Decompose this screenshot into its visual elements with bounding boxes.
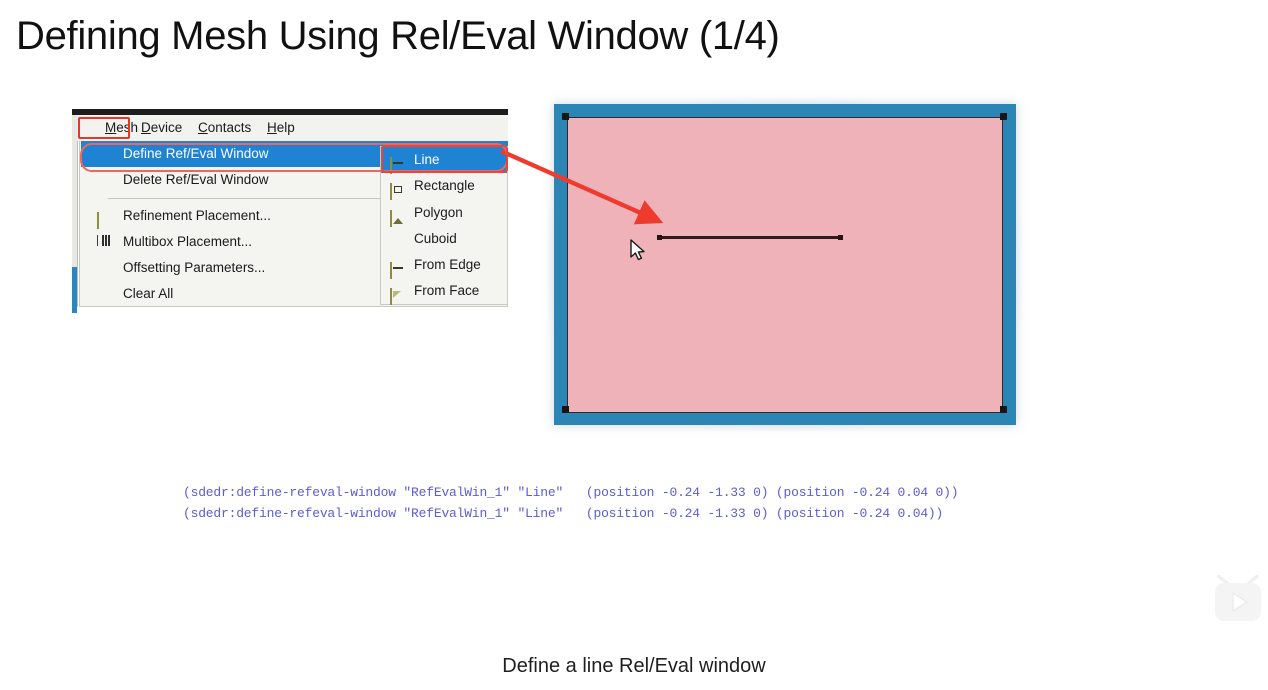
menubar-item-help[interactable]: Help <box>263 119 299 136</box>
menu-item-label: Offsetting Parameters... <box>123 260 266 275</box>
grid-icon <box>97 208 113 229</box>
menu-item-label: Define Ref/Eval Window <box>123 146 269 161</box>
device-region <box>567 117 1003 413</box>
submenu-item-label: Rectangle <box>414 178 475 193</box>
submenu-item-line[interactable]: Line <box>381 147 507 174</box>
page-title: Defining Mesh Using Rel/Eval Window (1/4… <box>16 14 780 58</box>
selection-handle-top-right[interactable] <box>1000 113 1007 120</box>
face-icon <box>390 284 406 305</box>
submenu-item-cuboid[interactable]: Cuboid <box>381 226 507 252</box>
menu-item-label: Clear All <box>123 286 174 301</box>
submenu-item-label: From Edge <box>414 257 481 272</box>
submenu-item-label: From Face <box>414 283 480 298</box>
define-refeval-submenu: Line Rectangle Polygon Cuboid From Edge … <box>380 146 508 305</box>
menu-item-label: Refinement Placement... <box>123 208 271 223</box>
submenu-item-label: Polygon <box>414 205 463 220</box>
selection-handle-bottom-right[interactable] <box>1000 406 1007 413</box>
submenu-item-from-edge[interactable]: From Edge <box>381 252 507 279</box>
line-icon <box>390 258 406 279</box>
tv-play-icon <box>1215 575 1261 621</box>
mouse-pointer-icon <box>630 239 645 261</box>
menubar-item-device[interactable]: Device <box>137 119 186 136</box>
refeval-line[interactable] <box>659 236 841 239</box>
submenu-item-polygon[interactable]: Polygon <box>381 200 507 227</box>
submenu-item-label: Cuboid <box>414 231 457 246</box>
selection-handle-top-left[interactable] <box>562 113 569 120</box>
submenu-item-label: Line <box>414 152 440 167</box>
submenu-item-from-face[interactable]: From Face <box>381 278 507 305</box>
code-line-1: (sdedr:define-refeval-window "RefEvalWin… <box>183 485 959 500</box>
menu-item-label: Delete Ref/Eval Window <box>123 172 269 187</box>
menubar-item-contacts[interactable]: Contacts <box>194 119 255 136</box>
submenu-item-rectangle[interactable]: Rectangle <box>381 173 507 200</box>
code-block: (sdedr:define-refeval-window "RefEvalWin… <box>183 482 959 524</box>
line-icon <box>390 153 406 174</box>
window-left-strip <box>72 115 78 313</box>
window-left-strip-accent <box>72 267 77 313</box>
refeval-line-endpoint-right[interactable] <box>838 235 843 240</box>
rectangle-icon <box>390 179 406 200</box>
bars-icon <box>97 234 113 250</box>
code-line-2: (sdedr:define-refeval-window "RefEvalWin… <box>183 506 944 521</box>
refeval-line-endpoint-left[interactable] <box>657 235 662 240</box>
menu-item-label: Multibox Placement... <box>123 234 253 249</box>
polygon-icon <box>390 206 406 227</box>
selection-handle-bottom-left[interactable] <box>562 406 569 413</box>
menubar: Mesh Device Contacts Help <box>77 115 508 141</box>
device-viewport[interactable] <box>554 104 1016 425</box>
slide-caption: Define a line Rel/Eval window <box>502 655 766 677</box>
annotation-highlight-mesh-menu <box>78 117 130 139</box>
